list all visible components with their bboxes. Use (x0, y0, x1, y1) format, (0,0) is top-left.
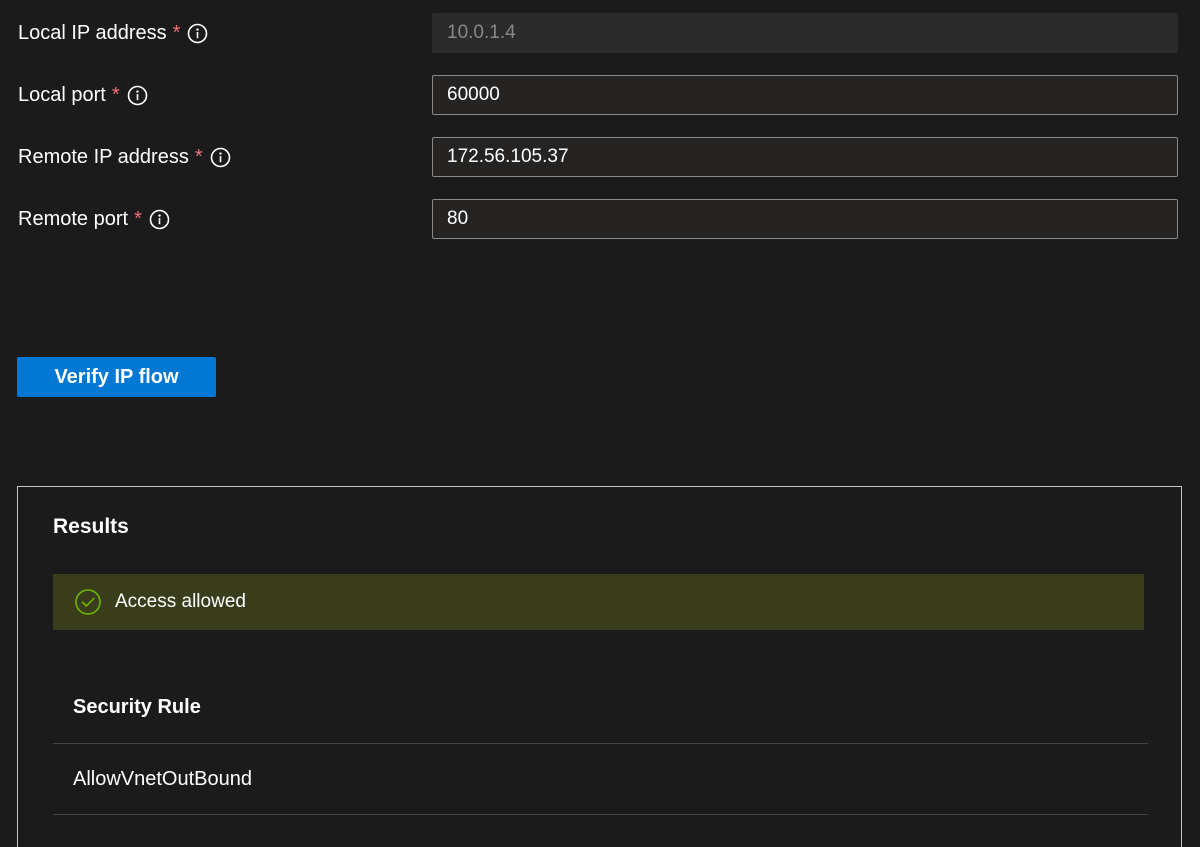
table-row: AllowVnetOutBound (53, 744, 1148, 815)
local-port-input[interactable] (432, 75, 1178, 115)
required-asterisk: * (134, 207, 142, 230)
field-label: Local IP address (18, 21, 167, 44)
verify-ip-flow-button[interactable]: Verify IP flow (17, 357, 216, 397)
results-title: Results (53, 515, 129, 538)
status-text: Access allowed (115, 591, 246, 612)
table-header: Security Rule (53, 672, 1148, 744)
required-asterisk: * (172, 21, 181, 44)
remote-ip-label-group: Remote IP address * (18, 137, 231, 177)
remote-port-label-group: Remote port * (18, 199, 170, 239)
required-asterisk: * (111, 83, 120, 106)
status-banner: Access allowed (53, 574, 1144, 630)
local-ip-input (432, 13, 1178, 53)
remote-port-input[interactable] (432, 199, 1178, 239)
local-ip-row: Local IP address * (0, 13, 1200, 53)
results-panel: Results Access allowed Security Rule All… (17, 486, 1182, 847)
info-icon[interactable] (149, 209, 170, 230)
remote-ip-input[interactable] (432, 137, 1178, 177)
local-port-row: Local port * (0, 75, 1200, 115)
check-circle-icon (74, 588, 102, 616)
ip-flow-verify-page: Local IP address * Local port * Remote I… (0, 0, 1200, 847)
remote-ip-row: Remote IP address * (0, 137, 1200, 177)
info-icon[interactable] (127, 85, 148, 106)
info-icon[interactable] (210, 147, 231, 168)
info-icon[interactable] (187, 23, 208, 44)
required-asterisk: * (194, 145, 203, 168)
local-ip-label-group: Local IP address * (18, 13, 208, 53)
field-label: Remote port (18, 207, 129, 230)
remote-port-row: Remote port * (0, 199, 1200, 239)
field-label: Remote IP address (18, 145, 189, 168)
field-label: Local port (18, 83, 106, 106)
local-port-label-group: Local port * (18, 75, 148, 115)
security-rule-table: Security Rule AllowVnetOutBound (53, 672, 1148, 815)
